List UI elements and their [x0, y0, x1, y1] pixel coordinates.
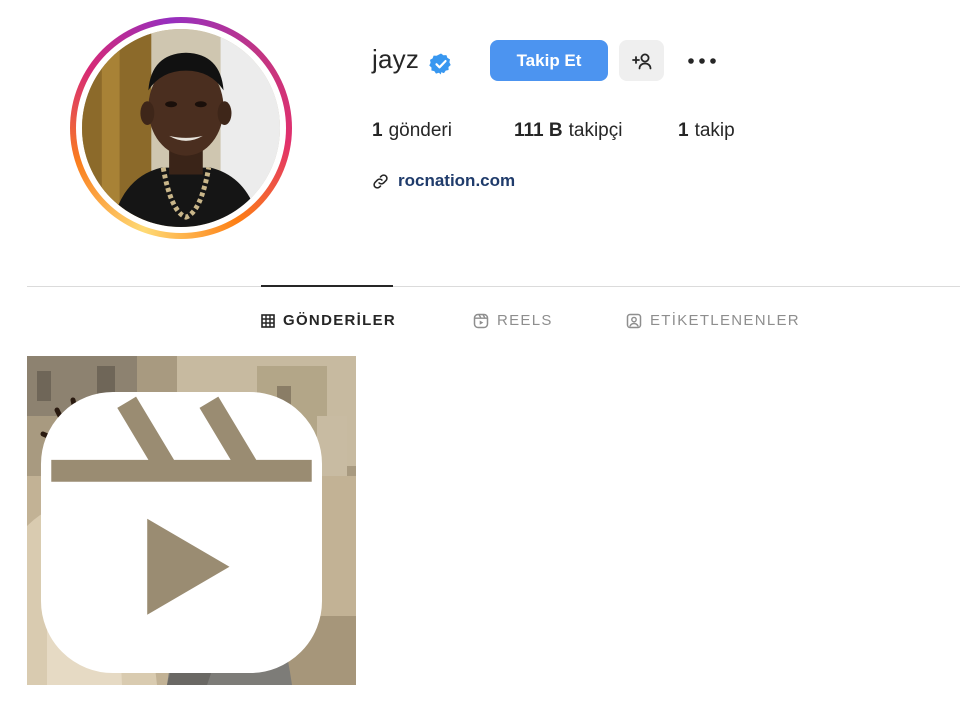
posts-count-value: 1: [372, 120, 383, 141]
followers-count-label: takipçi: [568, 120, 623, 141]
grid-icon: [261, 313, 275, 328]
tab-reels[interactable]: REELS: [473, 312, 553, 329]
profile-link[interactable]: rocnation.com: [372, 171, 515, 191]
follow-button[interactable]: Takip Et: [490, 40, 608, 81]
tab-tagged[interactable]: ETİKETLENENLER: [626, 312, 800, 329]
more-options-icon: [688, 58, 716, 64]
suggest-user-button[interactable]: [619, 40, 664, 81]
avatar[interactable]: [82, 29, 280, 227]
followers-count[interactable]: 111 B takipçi: [514, 120, 678, 142]
posts-count: 1 gönderi: [372, 120, 514, 142]
tab-reels-label: REELS: [497, 312, 553, 329]
more-options-button[interactable]: [682, 46, 722, 76]
following-count[interactable]: 1 takip: [678, 120, 735, 142]
link-icon: [373, 173, 388, 189]
reels-icon: [473, 313, 489, 328]
posts-count-label: gönderi: [388, 120, 452, 141]
avatar-portrait: [82, 29, 280, 227]
active-tab-indicator: [261, 285, 393, 287]
person-add-icon: [631, 53, 651, 69]
post-thumbnail[interactable]: [27, 356, 356, 685]
profile-avatar-ring[interactable]: [70, 17, 292, 239]
profile-link-text[interactable]: rocnation.com: [398, 171, 515, 191]
tab-posts-label: GÖNDERİLER: [283, 312, 397, 329]
followers-count-value: 111 B: [514, 120, 563, 141]
following-count-value: 1: [678, 120, 689, 141]
tab-tagged-label: ETİKETLENENLER: [650, 312, 800, 329]
avatar-border: [76, 23, 286, 233]
tab-posts[interactable]: GÖNDERİLER: [261, 312, 396, 329]
following-count-label: takip: [694, 120, 735, 141]
profile-username: jayz: [372, 44, 420, 74]
tabs-divider: [27, 286, 960, 287]
reel-badge-icon: [40, 391, 323, 674]
profile-stats: 1 gönderi 111 B takipçi 1 takip: [372, 120, 735, 142]
verified-badge-icon: [429, 53, 451, 75]
tagged-icon: [626, 313, 642, 328]
